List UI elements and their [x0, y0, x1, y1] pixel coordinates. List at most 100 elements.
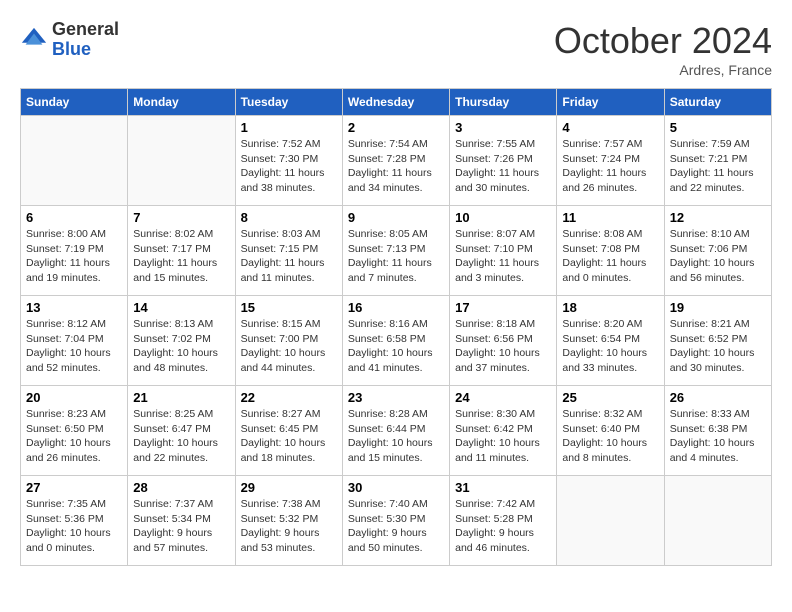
day-cell: 2 Sunrise: 7:54 AMSunset: 7:28 PMDayligh…: [342, 116, 449, 206]
day-cell: [128, 116, 235, 206]
day-cell: [21, 116, 128, 206]
day-cell: 10 Sunrise: 8:07 AMSunset: 7:10 PMDaylig…: [450, 206, 557, 296]
col-saturday: Saturday: [664, 89, 771, 116]
day-number: 20: [26, 390, 122, 405]
day-cell: 22 Sunrise: 8:27 AMSunset: 6:45 PMDaylig…: [235, 386, 342, 476]
day-number: 17: [455, 300, 551, 315]
logo-line2: Blue: [52, 40, 119, 60]
day-number: 28: [133, 480, 229, 495]
day-info: Sunrise: 8:07 AMSunset: 7:10 PMDaylight:…: [455, 227, 551, 286]
calendar-header: Sunday Monday Tuesday Wednesday Thursday…: [21, 89, 772, 116]
location: Ardres, France: [554, 62, 772, 78]
day-cell: 26 Sunrise: 8:33 AMSunset: 6:38 PMDaylig…: [664, 386, 771, 476]
day-cell: [557, 476, 664, 566]
day-cell: 5 Sunrise: 7:59 AMSunset: 7:21 PMDayligh…: [664, 116, 771, 206]
day-info: Sunrise: 8:28 AMSunset: 6:44 PMDaylight:…: [348, 407, 444, 466]
day-info: Sunrise: 8:32 AMSunset: 6:40 PMDaylight:…: [562, 407, 658, 466]
day-number: 22: [241, 390, 337, 405]
day-number: 12: [670, 210, 766, 225]
day-number: 30: [348, 480, 444, 495]
day-cell: 14 Sunrise: 8:13 AMSunset: 7:02 PMDaylig…: [128, 296, 235, 386]
day-number: 2: [348, 120, 444, 135]
day-number: 24: [455, 390, 551, 405]
page-header: General Blue October 2024 Ardres, France: [20, 20, 772, 78]
day-number: 13: [26, 300, 122, 315]
day-info: Sunrise: 8:08 AMSunset: 7:08 PMDaylight:…: [562, 227, 658, 286]
month-title: October 2024: [554, 20, 772, 62]
col-tuesday: Tuesday: [235, 89, 342, 116]
logo-text: General Blue: [52, 20, 119, 60]
day-cell: 9 Sunrise: 8:05 AMSunset: 7:13 PMDayligh…: [342, 206, 449, 296]
day-cell: 1 Sunrise: 7:52 AMSunset: 7:30 PMDayligh…: [235, 116, 342, 206]
title-block: October 2024 Ardres, France: [554, 20, 772, 78]
day-number: 27: [26, 480, 122, 495]
day-cell: 28 Sunrise: 7:37 AMSunset: 5:34 PMDaylig…: [128, 476, 235, 566]
day-cell: 19 Sunrise: 8:21 AMSunset: 6:52 PMDaylig…: [664, 296, 771, 386]
day-info: Sunrise: 8:12 AMSunset: 7:04 PMDaylight:…: [26, 317, 122, 376]
day-info: Sunrise: 7:54 AMSunset: 7:28 PMDaylight:…: [348, 137, 444, 196]
day-info: Sunrise: 8:33 AMSunset: 6:38 PMDaylight:…: [670, 407, 766, 466]
col-friday: Friday: [557, 89, 664, 116]
day-cell: 24 Sunrise: 8:30 AMSunset: 6:42 PMDaylig…: [450, 386, 557, 476]
day-cell: 21 Sunrise: 8:25 AMSunset: 6:47 PMDaylig…: [128, 386, 235, 476]
logo: General Blue: [20, 20, 119, 60]
day-number: 23: [348, 390, 444, 405]
day-info: Sunrise: 7:52 AMSunset: 7:30 PMDaylight:…: [241, 137, 337, 196]
day-cell: 15 Sunrise: 8:15 AMSunset: 7:00 PMDaylig…: [235, 296, 342, 386]
day-number: 4: [562, 120, 658, 135]
week-row-1: 1 Sunrise: 7:52 AMSunset: 7:30 PMDayligh…: [21, 116, 772, 206]
day-number: 31: [455, 480, 551, 495]
day-info: Sunrise: 8:13 AMSunset: 7:02 PMDaylight:…: [133, 317, 229, 376]
day-info: Sunrise: 8:30 AMSunset: 6:42 PMDaylight:…: [455, 407, 551, 466]
day-info: Sunrise: 7:57 AMSunset: 7:24 PMDaylight:…: [562, 137, 658, 196]
day-info: Sunrise: 7:35 AMSunset: 5:36 PMDaylight:…: [26, 497, 122, 556]
day-cell: 7 Sunrise: 8:02 AMSunset: 7:17 PMDayligh…: [128, 206, 235, 296]
day-cell: 18 Sunrise: 8:20 AMSunset: 6:54 PMDaylig…: [557, 296, 664, 386]
day-cell: [664, 476, 771, 566]
day-cell: 23 Sunrise: 8:28 AMSunset: 6:44 PMDaylig…: [342, 386, 449, 476]
week-row-4: 20 Sunrise: 8:23 AMSunset: 6:50 PMDaylig…: [21, 386, 772, 476]
day-number: 7: [133, 210, 229, 225]
day-cell: 29 Sunrise: 7:38 AMSunset: 5:32 PMDaylig…: [235, 476, 342, 566]
day-info: Sunrise: 8:02 AMSunset: 7:17 PMDaylight:…: [133, 227, 229, 286]
week-row-2: 6 Sunrise: 8:00 AMSunset: 7:19 PMDayligh…: [21, 206, 772, 296]
day-number: 19: [670, 300, 766, 315]
header-row: Sunday Monday Tuesday Wednesday Thursday…: [21, 89, 772, 116]
calendar-table: Sunday Monday Tuesday Wednesday Thursday…: [20, 88, 772, 566]
day-info: Sunrise: 8:00 AMSunset: 7:19 PMDaylight:…: [26, 227, 122, 286]
day-cell: 16 Sunrise: 8:16 AMSunset: 6:58 PMDaylig…: [342, 296, 449, 386]
day-number: 10: [455, 210, 551, 225]
day-cell: 8 Sunrise: 8:03 AMSunset: 7:15 PMDayligh…: [235, 206, 342, 296]
day-info: Sunrise: 8:16 AMSunset: 6:58 PMDaylight:…: [348, 317, 444, 376]
day-cell: 17 Sunrise: 8:18 AMSunset: 6:56 PMDaylig…: [450, 296, 557, 386]
day-number: 15: [241, 300, 337, 315]
day-info: Sunrise: 7:55 AMSunset: 7:26 PMDaylight:…: [455, 137, 551, 196]
day-info: Sunrise: 8:25 AMSunset: 6:47 PMDaylight:…: [133, 407, 229, 466]
day-cell: 3 Sunrise: 7:55 AMSunset: 7:26 PMDayligh…: [450, 116, 557, 206]
logo-line1: General: [52, 20, 119, 40]
day-cell: 4 Sunrise: 7:57 AMSunset: 7:24 PMDayligh…: [557, 116, 664, 206]
day-number: 25: [562, 390, 658, 405]
day-info: Sunrise: 8:27 AMSunset: 6:45 PMDaylight:…: [241, 407, 337, 466]
day-number: 3: [455, 120, 551, 135]
day-info: Sunrise: 8:03 AMSunset: 7:15 PMDaylight:…: [241, 227, 337, 286]
logo-icon: [20, 26, 48, 54]
day-info: Sunrise: 8:21 AMSunset: 6:52 PMDaylight:…: [670, 317, 766, 376]
day-number: 8: [241, 210, 337, 225]
day-cell: 11 Sunrise: 8:08 AMSunset: 7:08 PMDaylig…: [557, 206, 664, 296]
day-info: Sunrise: 7:40 AMSunset: 5:30 PMDaylight:…: [348, 497, 444, 556]
calendar-body: 1 Sunrise: 7:52 AMSunset: 7:30 PMDayligh…: [21, 116, 772, 566]
day-cell: 6 Sunrise: 8:00 AMSunset: 7:19 PMDayligh…: [21, 206, 128, 296]
day-cell: 27 Sunrise: 7:35 AMSunset: 5:36 PMDaylig…: [21, 476, 128, 566]
day-number: 16: [348, 300, 444, 315]
day-info: Sunrise: 7:59 AMSunset: 7:21 PMDaylight:…: [670, 137, 766, 196]
day-info: Sunrise: 8:18 AMSunset: 6:56 PMDaylight:…: [455, 317, 551, 376]
day-info: Sunrise: 8:23 AMSunset: 6:50 PMDaylight:…: [26, 407, 122, 466]
col-wednesday: Wednesday: [342, 89, 449, 116]
day-cell: 13 Sunrise: 8:12 AMSunset: 7:04 PMDaylig…: [21, 296, 128, 386]
day-cell: 30 Sunrise: 7:40 AMSunset: 5:30 PMDaylig…: [342, 476, 449, 566]
day-number: 18: [562, 300, 658, 315]
day-info: Sunrise: 7:42 AMSunset: 5:28 PMDaylight:…: [455, 497, 551, 556]
day-number: 29: [241, 480, 337, 495]
day-cell: 31 Sunrise: 7:42 AMSunset: 5:28 PMDaylig…: [450, 476, 557, 566]
